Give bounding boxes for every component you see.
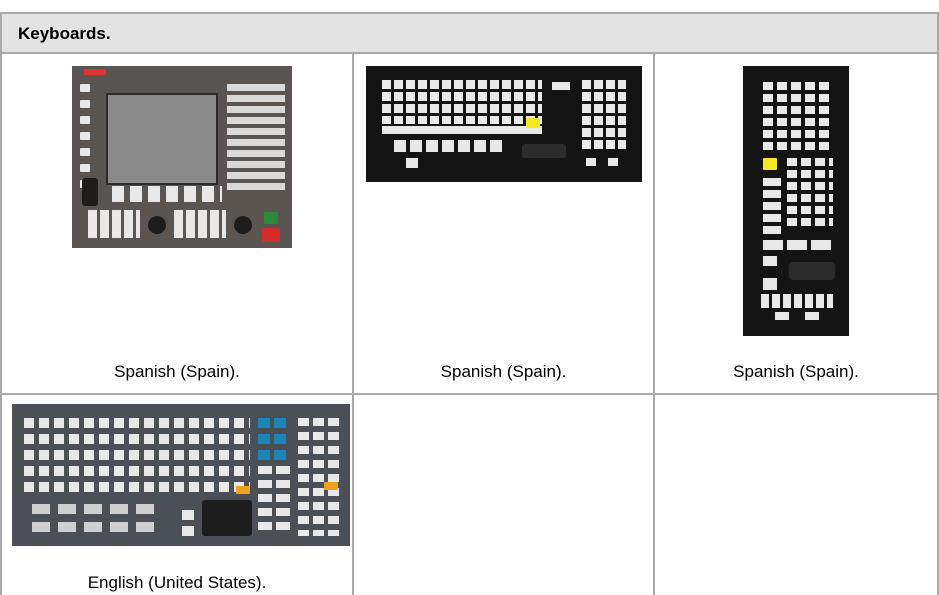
caption-keyboard-1: Spanish (Spain).	[114, 362, 240, 381]
feed-override-knob	[148, 216, 166, 234]
brand-logo	[84, 69, 106, 75]
keyboard-vertical-image	[743, 66, 849, 336]
enter-key	[763, 158, 777, 170]
operation-keys	[394, 140, 504, 152]
spindle-override-knob	[234, 216, 252, 234]
keyboard-qwerty-image	[12, 404, 350, 546]
keyboards-table: Keyboards. Spanish (Spain). Spanish (Spa…	[0, 0, 939, 595]
touchpad	[202, 500, 252, 536]
keyboard-panel-image	[72, 66, 292, 248]
table-col-divider-2	[653, 54, 655, 595]
alphanumeric-keypad	[227, 84, 285, 194]
enter-key	[526, 118, 540, 128]
table-col-divider-1	[352, 54, 354, 595]
lcd-screen	[106, 93, 218, 185]
override-slider	[522, 144, 566, 158]
cycle-stop-button	[262, 228, 280, 242]
table-header-row	[2, 14, 937, 52]
keyboard-horizontal-image	[366, 66, 642, 182]
table-rule-header	[0, 52, 939, 54]
function-keys-row	[112, 186, 222, 202]
table-rule-row	[0, 393, 939, 395]
table-title: Keyboards.	[18, 24, 111, 43]
enter-key	[236, 486, 250, 494]
caption-keyboard-2: Spanish (Spain).	[440, 362, 567, 381]
jog-keypad-left	[88, 210, 140, 238]
jog-keypad-right	[174, 210, 226, 238]
table-border-left	[0, 12, 2, 595]
operation-keys	[761, 294, 833, 308]
cycle-start-button	[264, 212, 278, 224]
override-slider	[789, 262, 835, 280]
space-bar-row	[382, 126, 542, 134]
joystick-knob	[82, 178, 98, 206]
caption-keyboard-4: English (United States).	[87, 573, 267, 592]
caption-keyboard-3: Spanish (Spain).	[733, 362, 859, 381]
